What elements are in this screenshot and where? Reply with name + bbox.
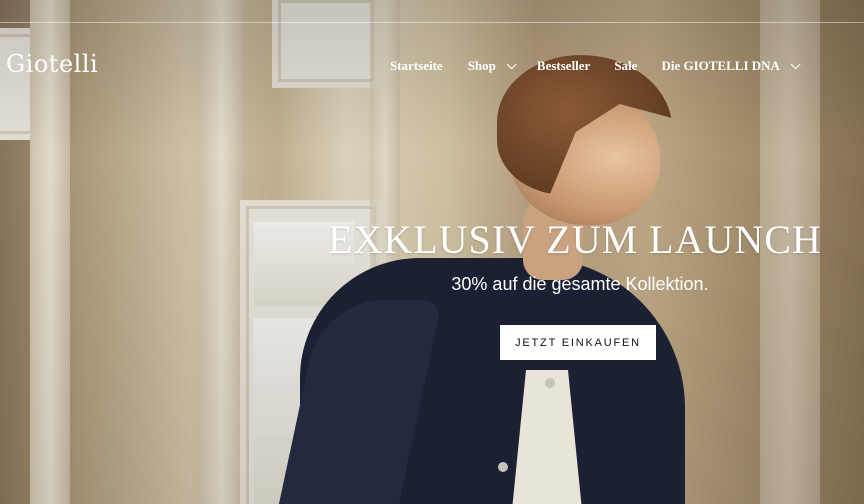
hero-headline: EXKLUSIV ZUM LAUNCH — [328, 217, 822, 262]
nav-item-label: Die GIOTELLI DNA — [661, 58, 780, 73]
brand-logo[interactable]: Giotelli — [6, 50, 98, 78]
nav-item-sale[interactable]: Sale — [614, 58, 637, 74]
main-navigation: Startseite Shop Bestseller Sale Die GIOT… — [390, 58, 801, 74]
nav-item-bestseller[interactable]: Bestseller — [537, 58, 590, 74]
nav-item-shop[interactable]: Shop — [467, 58, 517, 74]
coat-button — [545, 378, 555, 388]
nav-item-label: Sale — [614, 58, 638, 73]
nav-item-startseite[interactable]: Startseite — [390, 58, 443, 74]
chevron-down-icon — [506, 58, 517, 69]
shop-now-button[interactable]: JETZT EINKAUFEN — [500, 325, 656, 360]
coat-button — [498, 462, 508, 472]
nav-item-label: Bestseller — [536, 58, 591, 73]
nav-item-label: Shop — [467, 58, 496, 73]
header-divider — [0, 22, 864, 23]
hero-subheadline: 30% auf die gesamte Kollektion. — [451, 274, 709, 294]
nav-item-label: Startseite — [390, 58, 443, 73]
nav-item-giotelli-dna[interactable]: Die GIOTELLI DNA — [661, 58, 801, 74]
